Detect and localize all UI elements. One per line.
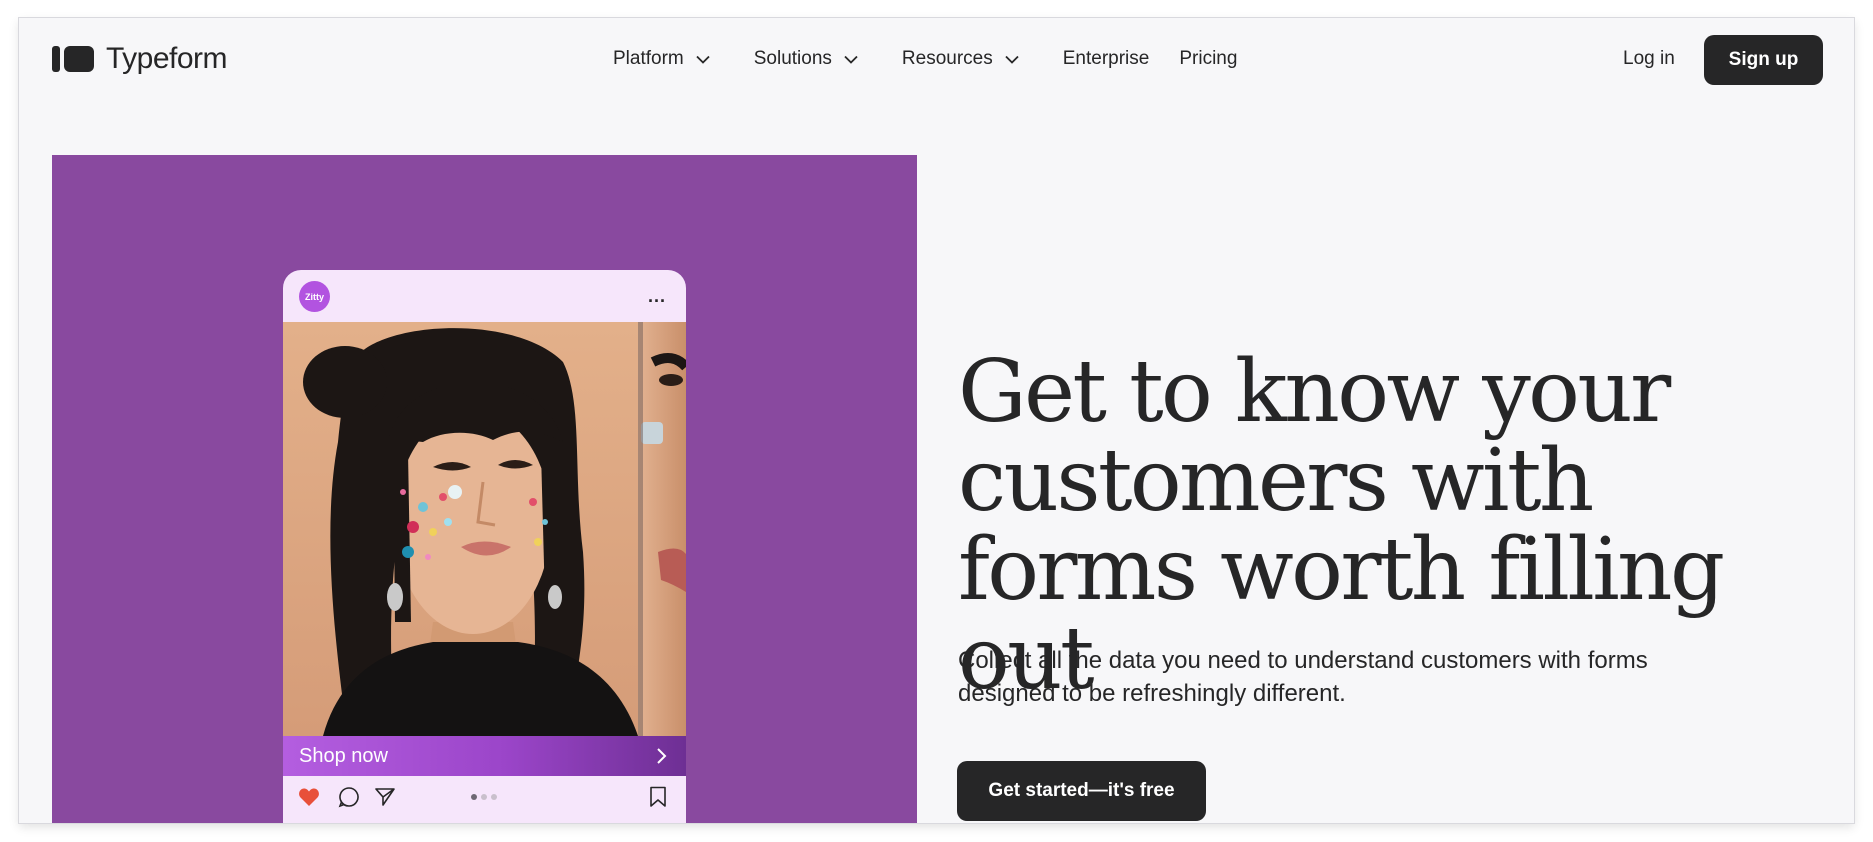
brand-name: Typeform [106, 42, 228, 75]
nav-item-label: Platform [613, 48, 684, 69]
hero-subtext: Collect all the data you need to underst… [958, 647, 1648, 707]
browser-page: Typeform Platform Solutions Resources En… [19, 18, 1854, 823]
nav-item-label: Solutions [753, 48, 832, 69]
carousel-dots [471, 794, 497, 800]
nav-item-enterprise[interactable]: Enterprise [1063, 48, 1150, 70]
brand-logo[interactable]: Typeform [52, 42, 228, 76]
post-header: Zitty ... [283, 270, 686, 322]
post-photo [283, 322, 686, 736]
bookmark-icon[interactable] [646, 785, 670, 809]
top-nav: Typeform Platform Solutions Resources En… [19, 18, 1854, 98]
shop-now-bar[interactable]: Shop now [283, 736, 686, 776]
carousel-dot-active [471, 794, 477, 800]
comment-icon[interactable] [337, 785, 361, 809]
main-menu: Platform Solutions Resources Enterprise [613, 48, 1237, 70]
carousel-dot [491, 794, 497, 800]
signup-button[interactable]: Sign up [1704, 35, 1823, 85]
typeform-logo-icon [52, 46, 94, 72]
chevron-down-icon [842, 50, 860, 68]
avatar: Zitty [299, 281, 330, 312]
more-options-icon: ... [647, 286, 666, 306]
chevron-right-icon [652, 747, 670, 765]
nav-item-label: Resources [901, 48, 993, 69]
nav-item-pricing[interactable]: Pricing [1179, 48, 1237, 70]
nav-item-label: Enterprise [1062, 48, 1150, 69]
nav-item-solutions[interactable]: Solutions [754, 48, 860, 70]
chevron-down-icon [1003, 50, 1021, 68]
chevron-down-icon [694, 50, 712, 68]
carousel-dot [481, 794, 487, 800]
heart-icon[interactable] [297, 785, 321, 809]
shop-now-label: Shop now [299, 744, 388, 767]
share-icon[interactable] [373, 785, 397, 809]
hero-media-panel: Zitty ... Shop now [52, 155, 917, 823]
nav-item-label: Pricing [1179, 48, 1238, 69]
nav-item-platform[interactable]: Platform [613, 48, 712, 70]
nav-item-resources[interactable]: Resources [902, 48, 1021, 70]
social-post-mockup: Zitty ... Shop now [283, 270, 686, 823]
get-started-button[interactable]: Get started—it's free [957, 761, 1206, 821]
post-actions [283, 776, 686, 816]
login-link[interactable]: Log in [1623, 48, 1675, 70]
